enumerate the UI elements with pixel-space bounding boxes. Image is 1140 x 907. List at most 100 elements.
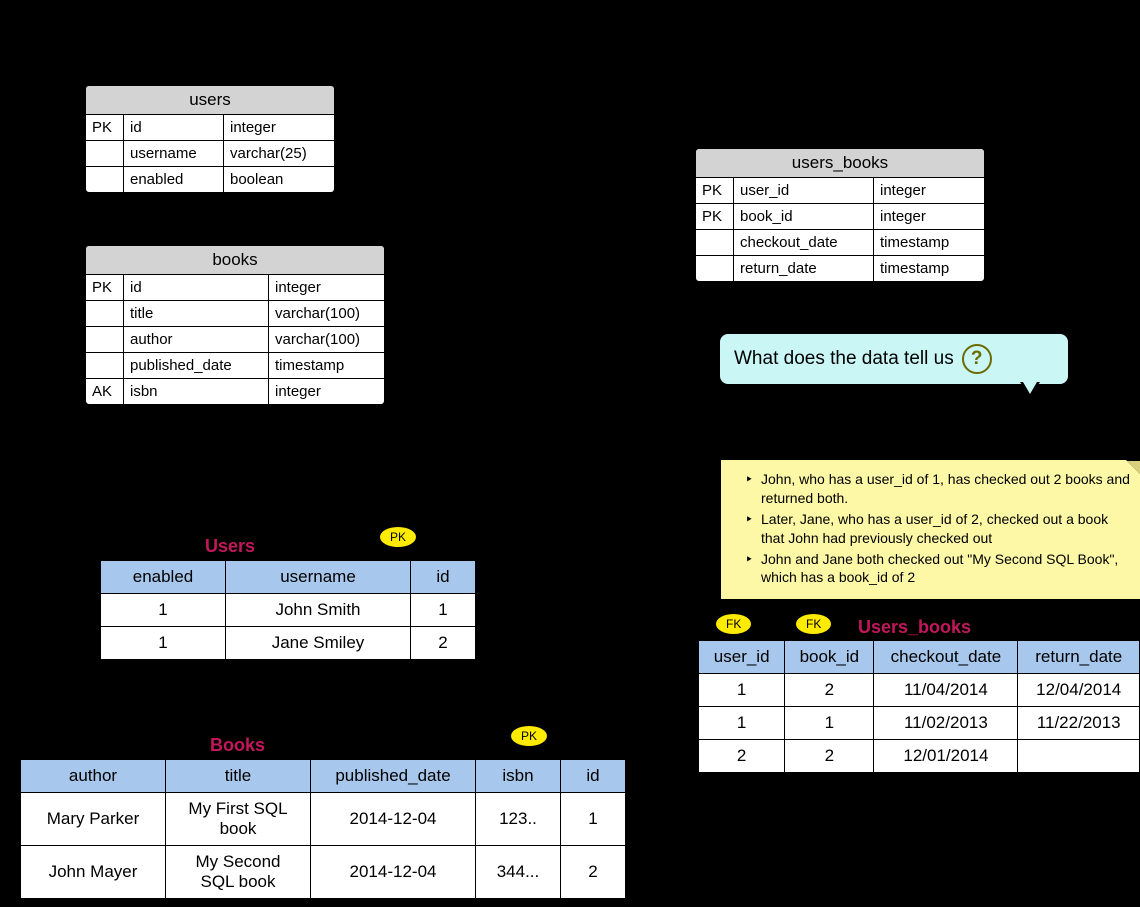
schema-key: AK xyxy=(86,379,124,404)
schema-users-books-row: checkout_date timestamp xyxy=(696,230,984,256)
schema-type: boolean xyxy=(224,167,334,192)
cell: 2014-12-04 xyxy=(311,846,476,899)
cell: Jane Smiley xyxy=(226,627,411,660)
data-books-title: Books xyxy=(210,735,265,756)
schema-col: user_id xyxy=(734,178,874,203)
schema-col: isbn xyxy=(124,379,269,404)
schema-books-title: books xyxy=(86,246,384,275)
pk-badge: PK xyxy=(379,526,417,548)
cell: 11/04/2014 xyxy=(874,674,1018,707)
schema-type: timestamp xyxy=(874,230,984,255)
col-header: id xyxy=(561,760,626,793)
callout-text: What does the data tell us xyxy=(734,348,954,370)
cell: 12/01/2014 xyxy=(874,740,1018,773)
cell: 11/22/2013 xyxy=(1018,707,1140,740)
col-header: title xyxy=(166,760,311,793)
schema-key: PK xyxy=(696,178,734,203)
schema-users-books-row: return_date timestamp xyxy=(696,256,984,281)
col-header: checkout_date xyxy=(874,641,1018,674)
schema-type: varchar(100) xyxy=(269,327,384,352)
cell: 2 xyxy=(411,627,476,660)
cell: 12/04/2014 xyxy=(1018,674,1140,707)
schema-users-books-title: users_books xyxy=(696,149,984,178)
note-panel: John, who has a user_id of 1, has checke… xyxy=(720,459,1140,600)
schema-users-books-row: PK book_id integer xyxy=(696,204,984,230)
cell: 1 xyxy=(101,627,226,660)
schema-key: PK xyxy=(696,204,734,229)
cell: Mary Parker xyxy=(21,793,166,846)
cell: 11/02/2013 xyxy=(874,707,1018,740)
schema-type: integer xyxy=(874,204,984,229)
cell: 2 xyxy=(699,740,785,773)
table-row: 1 1 11/02/2013 11/22/2013 xyxy=(699,707,1140,740)
cell: 2 xyxy=(785,740,874,773)
schema-key: PK xyxy=(86,275,124,300)
col-header: id xyxy=(411,561,476,594)
schema-col: id xyxy=(124,115,224,140)
col-header: enabled xyxy=(101,561,226,594)
cell: 1 xyxy=(699,674,785,707)
note-item: Later, Jane, who has a user_id of 2, che… xyxy=(751,510,1132,548)
col-header: author xyxy=(21,760,166,793)
cell: John Mayer xyxy=(21,846,166,899)
schema-type: integer xyxy=(269,275,384,300)
cell: John Smith xyxy=(226,594,411,627)
table-row: John Mayer My Second SQL book 2014-12-04… xyxy=(21,846,626,899)
schema-books-row: author varchar(100) xyxy=(86,327,384,353)
col-header: published_date xyxy=(311,760,476,793)
schema-key xyxy=(86,167,124,192)
schema-users-books-row: PK user_id integer xyxy=(696,178,984,204)
note-item: John, who has a user_id of 1, has checke… xyxy=(751,470,1132,508)
schema-users-title: users xyxy=(86,86,334,115)
table-row: user_id book_id checkout_date return_dat… xyxy=(699,641,1140,674)
col-header: isbn xyxy=(476,760,561,793)
data-users-title: Users xyxy=(205,536,255,557)
question-icon: ? xyxy=(962,344,992,374)
pk-badge: PK xyxy=(510,725,548,747)
table-row: 1 John Smith 1 xyxy=(101,594,476,627)
schema-col: enabled xyxy=(124,167,224,192)
schema-type: integer xyxy=(224,115,334,140)
data-users-books-title: Users_books xyxy=(858,617,971,638)
table-row: 1 Jane Smiley 2 xyxy=(101,627,476,660)
schema-key xyxy=(86,327,124,352)
cell xyxy=(1018,740,1140,773)
table-row: 2 2 12/01/2014 xyxy=(699,740,1140,773)
schema-users: users PK id integer username varchar(25)… xyxy=(85,85,335,193)
schema-users-row: username varchar(25) xyxy=(86,141,334,167)
cell: 344... xyxy=(476,846,561,899)
speech-tail-icon xyxy=(1020,382,1040,398)
schema-books-row: PK id integer xyxy=(86,275,384,301)
cell: 2 xyxy=(785,674,874,707)
schema-books-row: published_date timestamp xyxy=(86,353,384,379)
schema-key xyxy=(86,141,124,166)
schema-type: varchar(25) xyxy=(224,141,334,166)
schema-books-row: title varchar(100) xyxy=(86,301,384,327)
cell: 1 xyxy=(699,707,785,740)
fk-badge: FK xyxy=(795,613,832,635)
schema-col: id xyxy=(124,275,269,300)
schema-type: timestamp xyxy=(874,256,984,281)
col-header: book_id xyxy=(785,641,874,674)
table-row: 1 2 11/04/2014 12/04/2014 xyxy=(699,674,1140,707)
cell: 1 xyxy=(785,707,874,740)
cell: 2014-12-04 xyxy=(311,793,476,846)
schema-type: integer xyxy=(269,379,384,404)
cell: My Second SQL book xyxy=(166,846,311,899)
schema-key xyxy=(696,230,734,255)
schema-col: author xyxy=(124,327,269,352)
fk-badge: FK xyxy=(715,613,752,635)
schema-key xyxy=(86,353,124,378)
data-users-books-table: user_id book_id checkout_date return_dat… xyxy=(698,640,1140,773)
schema-books: books PK id integer title varchar(100) a… xyxy=(85,245,385,405)
schema-col: published_date xyxy=(124,353,269,378)
cell: 1 xyxy=(561,793,626,846)
data-books-table: author title published_date isbn id Mary… xyxy=(20,759,626,899)
col-header: user_id xyxy=(699,641,785,674)
schema-col: return_date xyxy=(734,256,874,281)
callout-bubble: What does the data tell us ? xyxy=(718,332,1070,386)
schema-key: PK xyxy=(86,115,124,140)
cell: 123.. xyxy=(476,793,561,846)
schema-key xyxy=(696,256,734,281)
schema-col: checkout_date xyxy=(734,230,874,255)
